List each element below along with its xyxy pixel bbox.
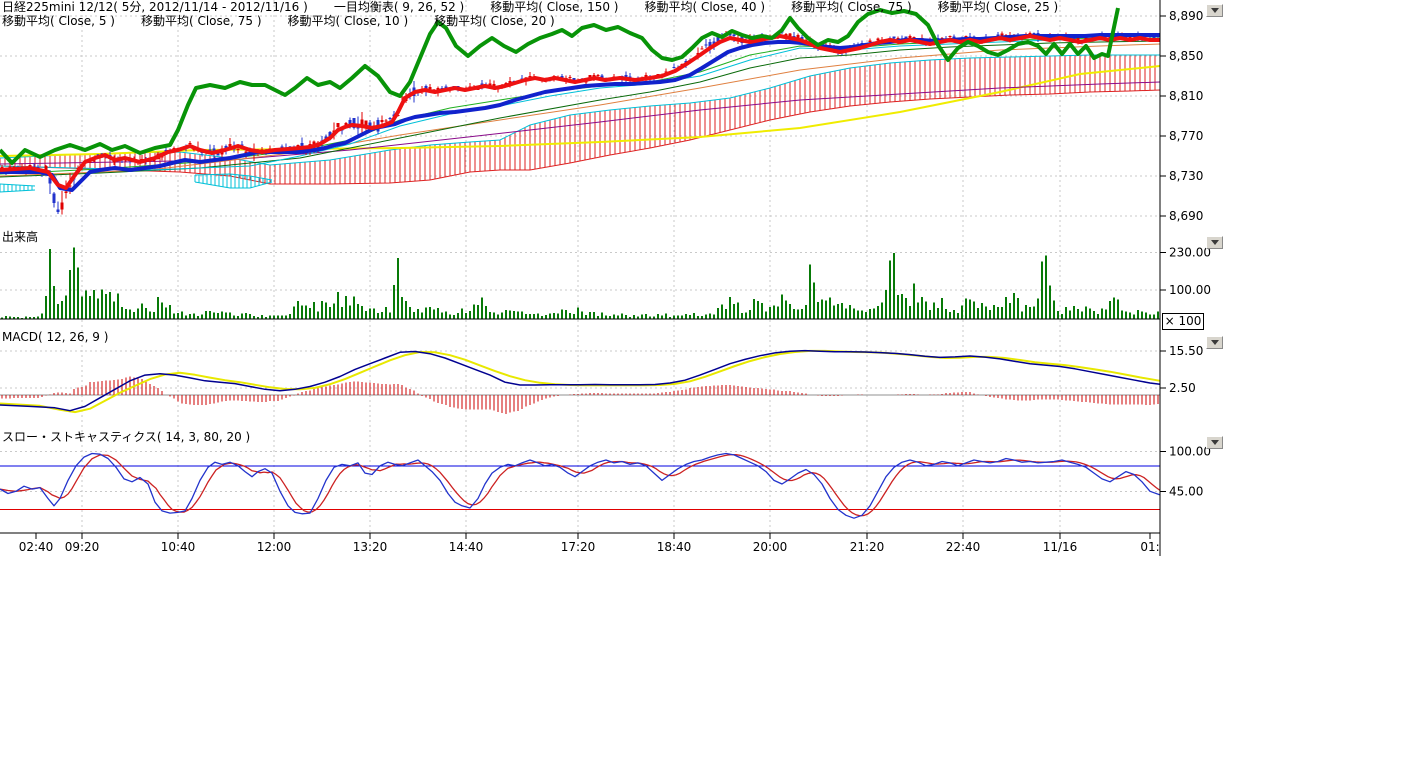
indicator-legend-row-2: 移動平均( Close, 5 ) 移動平均( Close, 75 ) 移動平均(… <box>2 15 555 28</box>
stoch-axis-label: 100.00 <box>1169 444 1211 458</box>
macd-axis-label: 2.50 <box>1169 381 1196 395</box>
legend-ma-close-5: 移動平均( Close, 5 ) <box>2 15 115 28</box>
chevron-down-icon <box>1211 340 1219 345</box>
price-axis-label: 8,890 <box>1169 9 1203 23</box>
ichimoku-cloud-left <box>0 184 35 192</box>
time-axis-label: 10:40 <box>161 540 196 554</box>
price-axis-label: 8,730 <box>1169 169 1203 183</box>
stoch-d <box>0 455 1160 516</box>
price-axis-label: 8,770 <box>1169 129 1203 143</box>
legend-ma-close-25: 移動平均( Close, 25 ) <box>938 1 1059 14</box>
time-axis-label: 18:40 <box>657 540 692 554</box>
stoch-panel-dropdown-button[interactable] <box>1206 436 1223 449</box>
time-axis-label: 12:00 <box>257 540 292 554</box>
legend-ma-close-150: 移動平均( Close, 150 ) <box>490 1 618 14</box>
stoch-k <box>0 454 1160 519</box>
time-axis-label: 02:40 <box>19 540 54 554</box>
ichimoku-cloud <box>0 55 1160 184</box>
legend-ma-close-20: 移動平均( Close, 20 ) <box>434 15 555 28</box>
macd-line <box>0 351 1160 411</box>
time-axis-label: 14:40 <box>449 540 484 554</box>
macd-axis-label: 15.50 <box>1169 344 1203 358</box>
volume-panel-dropdown-button[interactable] <box>1206 236 1223 249</box>
price-axis-label: 8,690 <box>1169 209 1203 223</box>
time-axis-label: 09:20 <box>65 540 100 554</box>
macd-panel-label: MACD( 12, 26, 9 ) <box>2 331 108 344</box>
signal-line <box>0 351 1160 412</box>
time-axis-label: 22:40 <box>946 540 981 554</box>
legend-ma-close-40: 移動平均( Close, 40 ) <box>644 1 765 14</box>
legend-ma-close-75: 移動平均( Close, 75 ) <box>791 1 912 14</box>
volume-axis-label: 230.00 <box>1169 245 1211 259</box>
time-axis-label: 17:20 <box>561 540 596 554</box>
legend-ma-close-10: 移動平均( Close, 10 ) <box>288 15 409 28</box>
volume-panel-plot <box>0 248 1160 319</box>
legend-symbol-timeframe: 日経225mini 12/12( 5分, 2012/11/14 - 2012/1… <box>2 1 308 14</box>
time-axis-label: 11/16 <box>1043 540 1078 554</box>
stoch-axis-label: 45.00 <box>1169 484 1203 498</box>
chevron-down-icon <box>1211 8 1219 13</box>
volume-bars <box>2 248 1158 319</box>
legend-ichimoku: 一目均衡表( 9, 26, 52 ) <box>334 1 464 14</box>
price-panel-dropdown-button[interactable] <box>1206 4 1223 17</box>
chevron-down-icon <box>1211 240 1219 245</box>
price-axis-label: 8,850 <box>1169 49 1203 63</box>
chevron-down-icon <box>1211 440 1219 445</box>
chart-canvas: 8,890 8,850 8,810 8,770 8,730 8,690 230.00 100.… <box>0 0 1416 768</box>
legend-ma-close-75b: 移動平均( Close, 75 ) <box>141 15 262 28</box>
stoch-panel-plot <box>0 454 1160 519</box>
indicator-legend-row-1: 日経225mini 12/12( 5分, 2012/11/14 - 2012/1… <box>2 1 1058 14</box>
price-axis-label: 8,810 <box>1169 89 1203 103</box>
stoch-panel-label: スロー・ストキャスティクス( 14, 3, 80, 20 ) <box>2 431 250 444</box>
volume-axis-label: 100.00 <box>1169 283 1211 297</box>
ma-5-red <box>0 36 1160 188</box>
chart-application-window: 8,890 8,850 8,810 8,770 8,730 8,690 230.00 100.… <box>0 0 1416 768</box>
time-axis-label: 01: <box>1140 540 1159 554</box>
macd-panel-dropdown-button[interactable] <box>1206 336 1223 349</box>
price-panel-plot <box>0 8 1160 215</box>
time-axis-label: 20:00 <box>753 540 788 554</box>
volume-panel-label: 出来高 <box>2 231 38 244</box>
volume-unit-multiplier-badge: × 100 <box>1162 313 1204 330</box>
macd-panel-plot <box>0 351 1160 414</box>
time-axis-label: 21:20 <box>850 540 885 554</box>
time-axis-label: 13:20 <box>353 540 388 554</box>
